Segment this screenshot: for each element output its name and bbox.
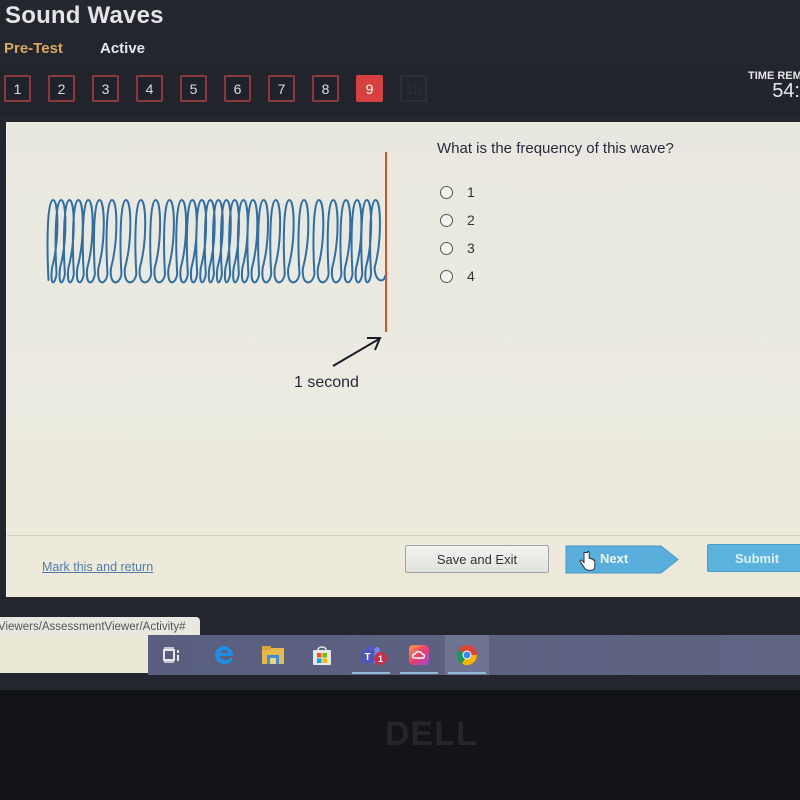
timer: TIME REMAINING 54: — [740, 70, 800, 103]
creative-cloud-icon — [409, 645, 429, 665]
answer-option[interactable]: 1 — [440, 178, 475, 206]
app-header: Sound Waves Pre-Test Active 1 2 3 4 5 6 7 8 9 10 … — [0, 0, 800, 118]
question-nav-4[interactable]: 4 — [136, 75, 163, 102]
taskbar-search-box[interactable] — [0, 637, 148, 673]
radio-button[interactable] — [440, 269, 453, 283]
subtitle-row: Pre-Test Active — [4, 40, 145, 57]
task-view-button[interactable] — [150, 635, 194, 675]
answer-options: 1 2 3 4 — [440, 178, 475, 290]
url-status-tooltip: Viewers/AssessmentViewer/Activity# — [0, 617, 200, 637]
answer-option[interactable]: 4 — [440, 262, 475, 290]
taskbar: T 1 — [148, 635, 800, 675]
next-button-label: Next — [600, 551, 629, 566]
url-status-text: Viewers/AssessmentViewer/Activity# — [0, 621, 186, 633]
question-nav-3[interactable]: 3 — [92, 75, 119, 102]
test-type-label: Pre-Test — [4, 40, 63, 57]
footer-divider — [7, 535, 800, 536]
timer-value: 54: — [772, 80, 800, 102]
slinky-wave — [46, 198, 386, 284]
question-navigation: 1 2 3 4 5 6 7 8 9 10 — [4, 75, 444, 102]
submit-button[interactable]: Submit — [707, 544, 800, 572]
running-indicator — [448, 672, 486, 674]
svg-text:T: T — [364, 652, 370, 663]
question-text: What is the frequency of this wave? — [437, 140, 674, 157]
save-and-exit-button[interactable]: Save and Exit — [405, 545, 549, 573]
file-explorer-button[interactable] — [251, 635, 295, 675]
question-nav-8[interactable]: 8 — [312, 75, 339, 102]
question-panel: 1 second What is the frequency of this w… — [6, 122, 800, 597]
answer-option-label: 3 — [467, 240, 475, 256]
radio-button[interactable] — [440, 213, 453, 227]
teams-notification-badge: 1 — [374, 652, 387, 665]
time-label: 1 second — [294, 374, 359, 391]
radio-button[interactable] — [440, 185, 453, 199]
answer-option[interactable]: 3 — [440, 234, 475, 262]
answer-option[interactable]: 2 — [440, 206, 475, 234]
next-button[interactable]: Next — [565, 545, 680, 574]
page-title: Sound Waves — [5, 2, 164, 29]
answer-option-label: 4 — [467, 268, 475, 284]
mark-and-return-link[interactable]: Mark this and return — [42, 560, 153, 574]
store-icon — [313, 646, 331, 665]
file-explorer-icon — [262, 646, 284, 664]
wave-figure — [46, 152, 387, 367]
question-nav-7[interactable]: 7 — [268, 75, 295, 102]
question-nav-10[interactable]: 10 — [400, 75, 427, 102]
question-nav-5[interactable]: 5 — [180, 75, 207, 102]
task-view-icon — [163, 647, 179, 663]
screen: Sound Waves Pre-Test Active 1 2 3 4 5 6 7 8 9 10 … — [0, 0, 800, 690]
answer-option-label: 2 — [467, 212, 475, 228]
creative-cloud-button[interactable] — [397, 635, 441, 675]
radio-button[interactable] — [440, 241, 453, 255]
question-nav-2[interactable]: 2 — [48, 75, 75, 102]
question-nav-1[interactable]: 1 — [4, 75, 31, 102]
dell-logo: DELL — [385, 715, 478, 753]
status-label: Active — [100, 40, 146, 57]
question-nav-6[interactable]: 6 — [224, 75, 251, 102]
chrome-button[interactable] — [445, 635, 489, 675]
teams-button[interactable]: T 1 — [349, 635, 393, 675]
running-indicator — [352, 672, 390, 674]
answer-option-label: 1 — [467, 184, 475, 200]
running-indicator — [400, 672, 438, 674]
chrome-icon — [456, 645, 478, 666]
store-button[interactable] — [300, 635, 344, 675]
question-nav-9[interactable]: 9 — [356, 75, 383, 102]
edge-icon — [215, 646, 233, 664]
edge-button[interactable] — [202, 635, 246, 675]
arrow-icon — [332, 337, 382, 367]
hand-cursor-icon — [579, 551, 596, 571]
